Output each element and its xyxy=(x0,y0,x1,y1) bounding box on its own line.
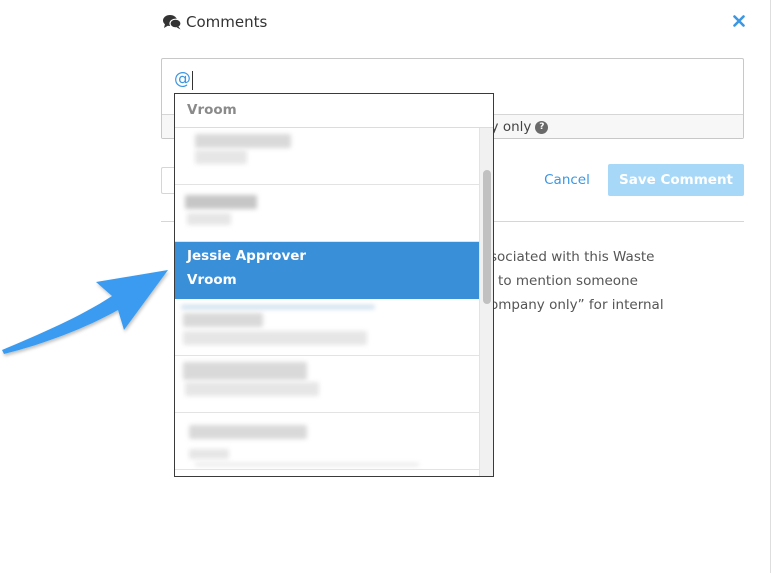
mention-option[interactable] xyxy=(175,413,479,470)
info-text-line-3: ompany only” for internal xyxy=(490,297,664,313)
close-icon xyxy=(733,12,745,31)
question-circle-icon[interactable]: ? xyxy=(535,120,549,134)
redacted-company xyxy=(187,213,231,225)
comment-input-value: @ xyxy=(174,69,191,89)
mention-dropdown[interactable]: Vroom Jessie Approver Vroom xyxy=(174,93,494,477)
mention-option[interactable] xyxy=(175,128,479,185)
close-button[interactable] xyxy=(729,11,749,31)
arrow-pointer-icon xyxy=(2,270,168,354)
panel-edge xyxy=(770,0,771,573)
info-text-line-1: sociated with this Waste xyxy=(490,249,655,265)
text-caret xyxy=(192,71,193,90)
mention-option[interactable] xyxy=(175,185,479,242)
redacted-bar xyxy=(181,305,375,309)
comments-icon xyxy=(162,14,182,30)
redacted-name xyxy=(183,313,263,327)
redacted-company xyxy=(185,382,319,396)
page: Comments @ ny only ? Cancel Save Comment… xyxy=(0,0,775,573)
redacted-line xyxy=(195,463,419,466)
redacted-company xyxy=(183,331,367,345)
dropdown-scrollbar-thumb[interactable] xyxy=(483,170,491,304)
dropdown-group-header: Vroom xyxy=(175,94,493,128)
save-comment-button[interactable]: Save Comment xyxy=(608,164,744,196)
mention-option-selected[interactable]: Jessie Approver Vroom xyxy=(175,242,479,299)
mention-option[interactable] xyxy=(175,299,479,356)
dropdown-scrollbar[interactable] xyxy=(479,128,493,476)
redacted-company xyxy=(195,150,247,164)
redacted-name xyxy=(195,134,291,148)
mention-option-company: Vroom xyxy=(187,272,237,288)
cancel-button[interactable]: Cancel xyxy=(538,168,596,192)
redacted-name xyxy=(185,195,257,209)
info-text-line-2: l to mention someone xyxy=(490,273,638,289)
redacted-name xyxy=(189,425,307,439)
redacted-name xyxy=(183,362,307,380)
redacted-company xyxy=(189,449,229,459)
panel-header: Comments xyxy=(162,10,267,34)
mention-option[interactable] xyxy=(175,356,479,413)
mention-option-name: Jessie Approver xyxy=(187,248,307,264)
panel-title: Comments xyxy=(186,13,268,31)
